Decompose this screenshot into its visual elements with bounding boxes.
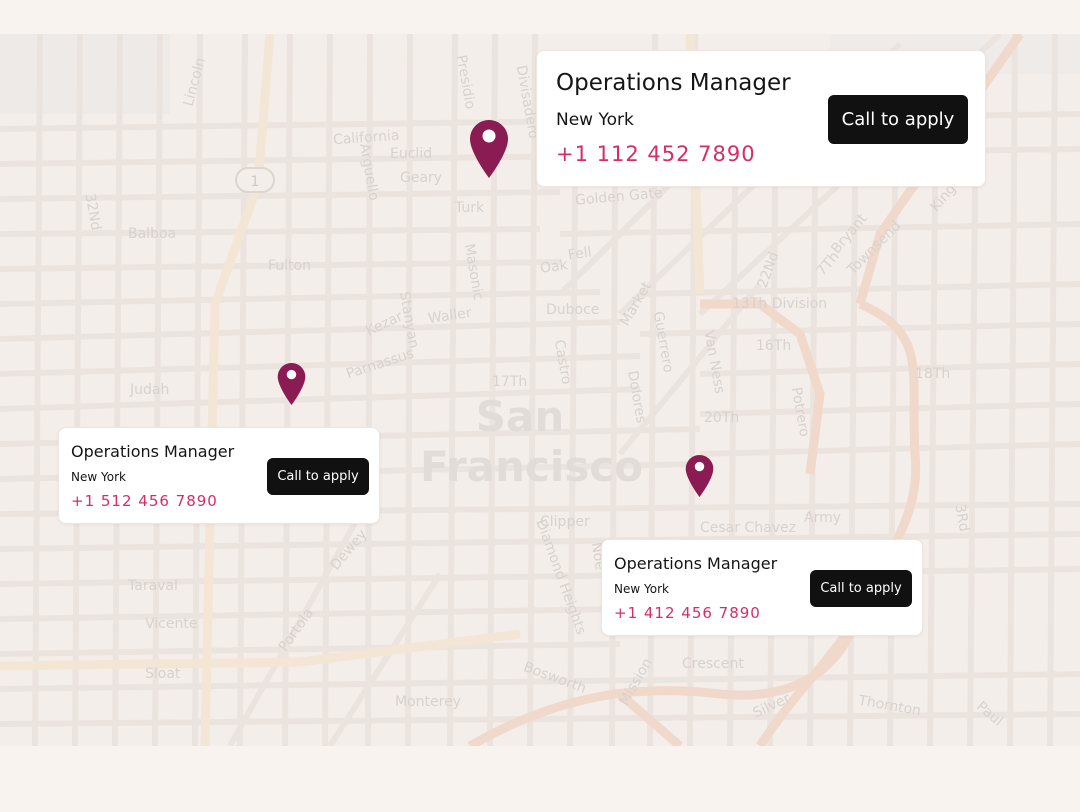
phone-number-link[interactable]: +1 112 452 7890 — [556, 142, 756, 166]
page: 1 Lincoln Presidio Divisadero California… — [0, 0, 1080, 812]
map-pin-shape — [470, 120, 508, 178]
map-pin-icon[interactable] — [469, 119, 509, 183]
job-card: Operations Manager New York +1 512 456 7… — [58, 427, 380, 524]
job-title: Operations Manager — [71, 442, 235, 461]
job-title: Operations Manager — [614, 554, 778, 573]
call-to-apply-button[interactable]: Call to apply — [828, 95, 968, 144]
job-location: New York — [71, 470, 126, 484]
city-label-line-2: Francisco — [420, 442, 644, 491]
map-pin-icon[interactable] — [277, 362, 306, 410]
svg-text:1: 1 — [251, 174, 260, 190]
map-pin-icon[interactable] — [685, 454, 714, 502]
job-location: New York — [556, 110, 634, 130]
call-to-apply-button[interactable]: Call to apply — [267, 458, 369, 495]
call-to-apply-button[interactable]: Call to apply — [810, 570, 912, 607]
map-pin-shape — [277, 362, 306, 406]
city-label: San Francisco — [420, 392, 644, 492]
map-pin-shape — [685, 454, 714, 498]
job-card: Operations Manager New York +1 112 452 7… — [536, 50, 986, 187]
job-location: New York — [614, 582, 669, 596]
phone-number-link[interactable]: +1 412 456 7890 — [614, 604, 761, 622]
phone-number-link[interactable]: +1 512 456 7890 — [71, 492, 218, 510]
job-title: Operations Manager — [556, 70, 791, 96]
city-label-line-1: San — [475, 392, 565, 441]
job-card: Operations Manager New York +1 412 456 7… — [601, 539, 923, 636]
